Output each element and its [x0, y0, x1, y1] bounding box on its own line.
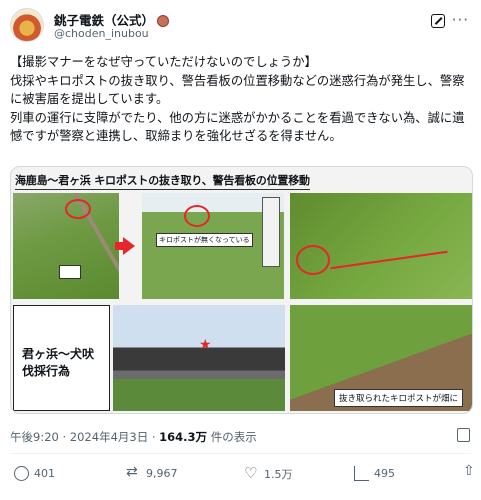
- missing-post-label: キロポストが無くなっている: [156, 233, 253, 247]
- share-button[interactable]: [462, 463, 477, 481]
- views-button[interactable]: 495: [354, 466, 395, 481]
- reply-count: 401: [34, 467, 55, 480]
- retweet-button[interactable]: 9,967: [126, 464, 178, 481]
- divider: [10, 453, 471, 454]
- affiliate-badge-icon: [157, 15, 170, 27]
- more-icon[interactable]: ···: [452, 11, 469, 29]
- analytics-icon[interactable]: [457, 428, 470, 442]
- like-icon: [244, 464, 259, 482]
- views-action-count: 495: [374, 467, 395, 480]
- views-icon: [354, 466, 369, 481]
- cutting-label-text: 君ヶ浜～犬吠 伐採行為: [22, 347, 95, 378]
- photo-missing-post: キロポストが無くなっている: [142, 193, 284, 299]
- retweet-count: 9,967: [146, 467, 178, 480]
- grok-icon[interactable]: [431, 14, 445, 28]
- photo-track-sign: [13, 193, 119, 299]
- author-handle[interactable]: @choden_inubou: [54, 27, 149, 40]
- photo-hole: [290, 193, 472, 299]
- like-button[interactable]: 1.5万: [244, 464, 293, 482]
- avatar[interactable]: [10, 8, 44, 42]
- red-arrow-line: [330, 250, 448, 270]
- highlight-circle: [65, 199, 91, 219]
- arrow-right-icon: [115, 237, 135, 255]
- views-count: 164.3万: [159, 430, 208, 444]
- post-date[interactable]: 2024年4月3日: [70, 430, 148, 444]
- post-media[interactable]: 海鹿島～君ヶ浜 キロポストの抜き取り、警告看板の位置移動 キロポストが無くなって…: [10, 166, 473, 414]
- photo-house: ★: [113, 305, 285, 411]
- signboard: [262, 197, 280, 267]
- post-time[interactable]: 午後9:20: [10, 430, 59, 444]
- highlight-circle: [184, 205, 210, 227]
- views-label: 件の表示: [210, 430, 257, 444]
- reply-icon: [14, 466, 29, 481]
- retweet-icon: [126, 464, 141, 481]
- media-title: 海鹿島～君ヶ浜 キロポストの抜き取り、警告看板の位置移動: [15, 174, 310, 190]
- post-meta: 午後9:20 · 2024年4月3日 · 164.3万 件の表示: [10, 429, 257, 445]
- highlight-circle: [296, 245, 330, 275]
- share-icon: [462, 463, 477, 481]
- photo-field: 抜き取られたキロポストが畑に: [290, 305, 472, 411]
- field-caption: 抜き取られたキロポストが畑に: [334, 389, 464, 407]
- post-text: 【撮影マナーをなぜ守っていただけないのでしょうか】 伐採やキロポストの抜き取り、…: [10, 55, 465, 143]
- display-name[interactable]: 銚子電鉄（公式）: [54, 13, 154, 28]
- reply-button[interactable]: 401: [14, 466, 55, 481]
- cutting-panel-label: 君ヶ浜～犬吠 伐採行為: [13, 305, 110, 411]
- action-bar: 401 9,967 1.5万 495: [10, 463, 475, 490]
- warning-sign: [59, 265, 81, 279]
- post-header: 銚子電鉄（公式） @choden_inubou ···: [10, 8, 471, 44]
- star-marker-icon: ★: [199, 337, 212, 353]
- meta-separator: ·: [62, 430, 67, 444]
- like-count: 1.5万: [264, 468, 293, 481]
- meta-separator: ·: [151, 430, 156, 444]
